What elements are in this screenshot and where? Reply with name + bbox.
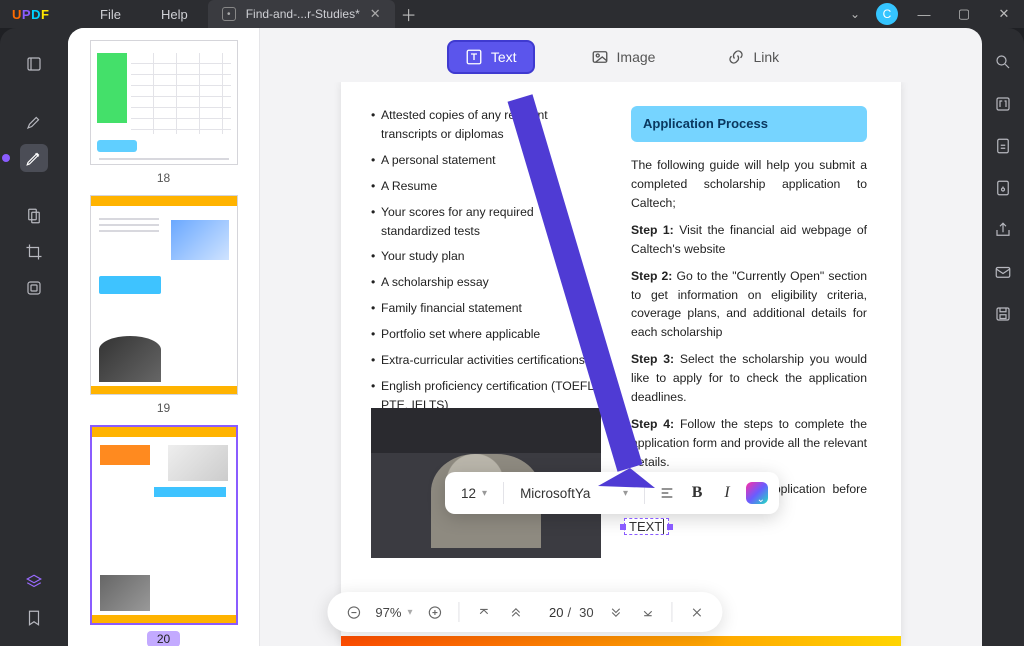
menu-help[interactable]: Help bbox=[161, 7, 188, 22]
email-icon[interactable] bbox=[991, 260, 1015, 284]
right-column: Application Process The following guide … bbox=[631, 106, 867, 526]
step-line: Step 4: Follow the steps to complete the… bbox=[631, 415, 867, 472]
page-viewport[interactable]: Attested copies of any relevant transcri… bbox=[260, 82, 982, 646]
last-page-button[interactable] bbox=[634, 598, 662, 626]
right-toolbar bbox=[982, 28, 1024, 646]
zoom-in-button[interactable] bbox=[420, 598, 448, 626]
step-line: Step 1: Visit the financial aid webpage … bbox=[631, 221, 867, 259]
left-toolbar bbox=[0, 28, 68, 646]
list-item: A scholarship essay bbox=[371, 273, 606, 292]
step-line: Step 3: Select the scholarship you would… bbox=[631, 350, 867, 407]
step-line: Step 2: Go to the "Currently Open" secti… bbox=[631, 267, 867, 343]
requirements-list: Attested copies of any relevant transcri… bbox=[371, 106, 606, 460]
zoom-select[interactable]: 97% ▾ bbox=[371, 605, 416, 620]
new-tab-button[interactable]: ＋ bbox=[395, 2, 423, 26]
font-family-select[interactable]: MicrosoftYa ▾ bbox=[514, 486, 634, 501]
thumb-label: 19 bbox=[157, 401, 170, 415]
list-item: A Resume bbox=[371, 177, 606, 196]
menu-file[interactable]: File bbox=[100, 7, 121, 22]
app-frame: 18 19 bbox=[0, 28, 1024, 646]
font-size-select[interactable]: 12 ▾ bbox=[455, 486, 493, 501]
bookmark-icon[interactable] bbox=[20, 604, 48, 632]
add-link-label: Link bbox=[753, 49, 779, 65]
thumbnail-panel[interactable]: 18 19 bbox=[68, 28, 260, 646]
next-page-button[interactable] bbox=[602, 598, 630, 626]
section-header: Application Process bbox=[631, 106, 867, 142]
title-bar: UPDF File Help • Find-and-...r-Studies* … bbox=[0, 0, 1024, 28]
user-avatar[interactable]: C bbox=[876, 3, 898, 25]
close-zoombar-button[interactable] bbox=[683, 598, 711, 626]
thumbnail-page-18[interactable] bbox=[90, 40, 238, 165]
crop-tool-icon[interactable] bbox=[20, 238, 48, 266]
highlight-tool-icon[interactable] bbox=[20, 108, 48, 136]
tab-title: Find-and-...r-Studies* bbox=[246, 7, 360, 21]
color-swatch-icon bbox=[746, 482, 768, 504]
prev-page-button[interactable] bbox=[501, 598, 529, 626]
layers-icon[interactable] bbox=[20, 568, 48, 596]
window: UPDF File Help • Find-and-...r-Studies* … bbox=[0, 0, 1024, 646]
save-icon[interactable] bbox=[991, 302, 1015, 326]
bold-button[interactable]: B bbox=[685, 481, 709, 505]
page-footer-bar bbox=[341, 636, 901, 646]
page-input[interactable] bbox=[533, 605, 563, 620]
edit-toolbar: Text Image Link bbox=[260, 32, 982, 82]
add-text-button[interactable]: Text bbox=[447, 40, 535, 74]
add-image-label: Image bbox=[617, 49, 656, 65]
italic-button[interactable]: I bbox=[715, 481, 739, 505]
menu-bar: File Help bbox=[70, 7, 188, 22]
list-item: A personal statement bbox=[371, 151, 606, 170]
tab-dirty-icon: • bbox=[222, 7, 236, 21]
zoom-bar: 97% ▾ / 30 bbox=[327, 592, 722, 632]
add-image-button[interactable]: Image bbox=[575, 42, 672, 72]
thumbnail-page-19[interactable] bbox=[90, 195, 238, 395]
text-color-button[interactable] bbox=[745, 481, 769, 505]
intro-text: The following guide will help you submit… bbox=[631, 156, 867, 213]
reader-mode-icon[interactable] bbox=[20, 50, 48, 78]
app-logo: UPDF bbox=[0, 7, 70, 22]
list-item: Family financial statement bbox=[371, 299, 606, 318]
tab-close-icon[interactable]: ✕ bbox=[370, 6, 381, 22]
first-page-button[interactable] bbox=[469, 598, 497, 626]
thumb-label-current: 20 bbox=[147, 631, 180, 646]
list-item: Your scores for any required standardize… bbox=[371, 203, 606, 241]
inserted-text-box[interactable]: TEXT bbox=[624, 518, 669, 535]
document-tab[interactable]: • Find-and-...r-Studies* ✕ bbox=[208, 0, 395, 28]
zoom-value: 97% bbox=[375, 605, 401, 620]
compress-icon[interactable] bbox=[991, 134, 1015, 158]
list-item: Your study plan bbox=[371, 247, 606, 266]
zoom-out-button[interactable] bbox=[339, 598, 367, 626]
edit-text-tool-icon[interactable] bbox=[20, 144, 48, 172]
window-close-icon[interactable]: ✕ bbox=[984, 6, 1024, 22]
text-format-bar: 12 ▾ MicrosoftYa ▾ B I bbox=[445, 472, 779, 514]
ocr-icon[interactable] bbox=[991, 92, 1015, 116]
content-area: 18 19 bbox=[68, 28, 982, 646]
font-size-value: 12 bbox=[461, 486, 476, 501]
chevron-down-icon: ▾ bbox=[482, 488, 487, 499]
list-item: Attested copies of any relevant transcri… bbox=[371, 106, 606, 144]
chevron-down-icon: ▾ bbox=[623, 488, 628, 499]
thumb-label: 18 bbox=[157, 171, 170, 185]
font-family-value: MicrosoftYa bbox=[520, 486, 590, 501]
page-total: 30 bbox=[575, 605, 597, 620]
share-icon[interactable] bbox=[991, 218, 1015, 242]
page-manage-icon[interactable] bbox=[20, 202, 48, 230]
window-maximize-icon[interactable]: ▢ bbox=[944, 6, 984, 22]
protect-icon[interactable] bbox=[991, 176, 1015, 200]
window-minimize-icon[interactable]: — bbox=[904, 7, 944, 22]
text-box-content: TEXT bbox=[629, 519, 662, 534]
add-text-label: Text bbox=[491, 49, 517, 65]
form-tool-icon[interactable] bbox=[20, 274, 48, 302]
tab-list-dropdown[interactable]: ⌄ bbox=[840, 7, 870, 21]
list-item: Extra-curricular activities certificatio… bbox=[371, 351, 606, 370]
add-link-button[interactable]: Link bbox=[711, 42, 795, 72]
thumbnail-page-20[interactable] bbox=[90, 425, 238, 625]
search-icon[interactable] bbox=[991, 50, 1015, 74]
pdf-page[interactable]: Attested copies of any relevant transcri… bbox=[341, 82, 901, 646]
list-item: Portfolio set where applicable bbox=[371, 325, 606, 344]
align-button[interactable] bbox=[655, 481, 679, 505]
chevron-down-icon: ▾ bbox=[407, 607, 412, 618]
page-sep: / bbox=[567, 605, 571, 620]
